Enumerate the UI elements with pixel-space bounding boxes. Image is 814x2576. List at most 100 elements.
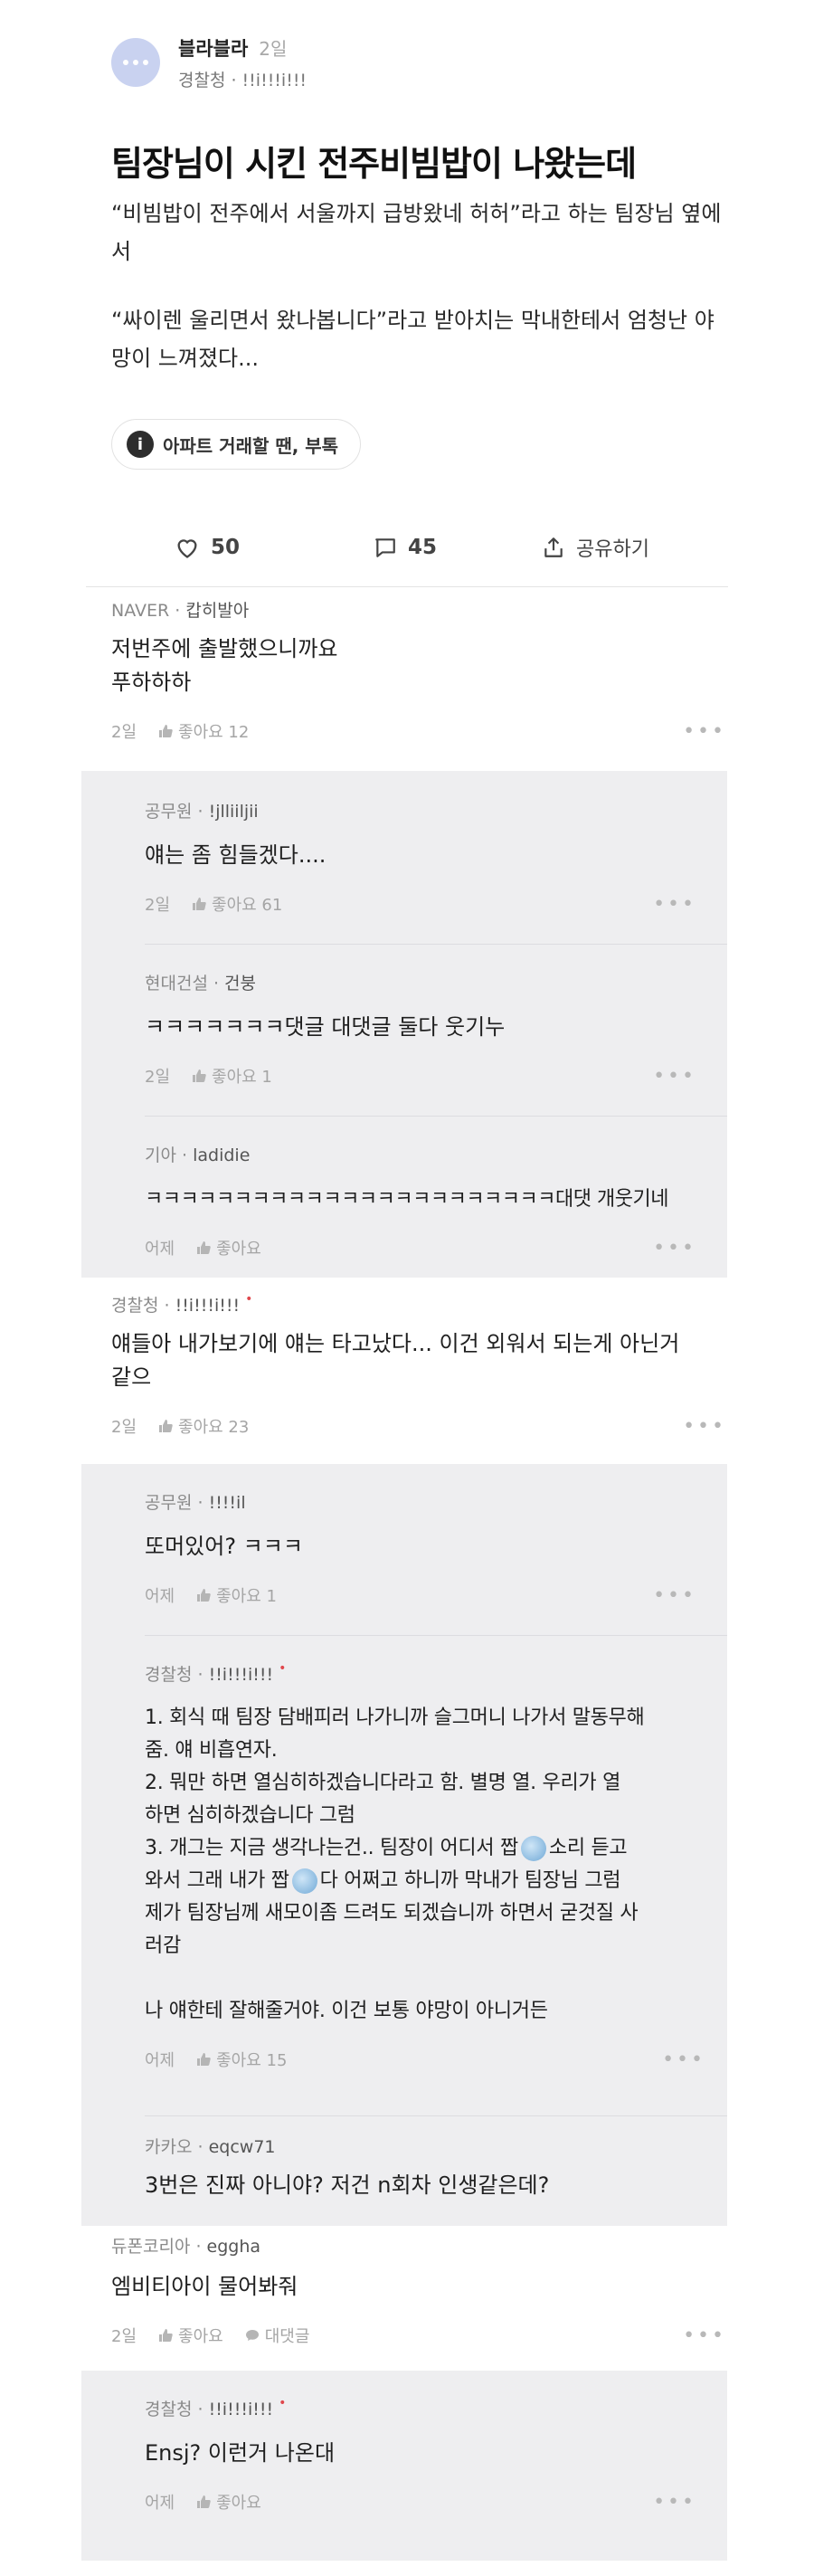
reply-button[interactable]: 대댓글 — [245, 2324, 309, 2347]
comment-author: 카카오 · eqcw71 — [145, 2137, 276, 2157]
comment-author: 듀폰코리아 · eggha — [111, 2237, 261, 2257]
info-icon: i — [127, 431, 154, 458]
bird-emoji-icon — [291, 1868, 317, 1894]
reply-item: 경찰청 · !!i!!!i!!! • Ensj? 이런거 나온대 어제 좋아요 … — [145, 2396, 696, 2515]
comment-text: Ensj? 이런거 나온대 — [145, 2440, 336, 2466]
reply-item: 카카오 · eqcw71 3번은 진짜 아니야? 저건 n회차 인생같은데? — [145, 2134, 696, 2202]
more-options-icon[interactable]: ••• — [683, 720, 726, 743]
board-name[interactable]: 블라블라 — [178, 34, 248, 62]
comment-text: 얘들아 내가보기에 얘는 타고났다... 이건 외워서 되는게 아닌거 같으 — [111, 1331, 680, 1390]
comment-footer: 어제 좋아요 1 ••• — [145, 1582, 696, 1609]
comment-time: 2일 — [111, 723, 137, 742]
thumbs-up-icon — [197, 2495, 211, 2508]
post-meta: 블라블라 2일 경찰청 · !!i!!!i!!! — [178, 34, 307, 91]
comment-author: 경찰청 · !!i!!!i!!! • — [145, 2396, 287, 2419]
more-options-icon[interactable]: ••• — [653, 1065, 696, 1088]
comment-item: 경찰청 · !!i!!!i!!! • 얘들아 내가보기에 얘는 타고났다... … — [111, 1292, 726, 1440]
comment-time: 2일 — [111, 1418, 137, 1437]
more-options-icon[interactable]: ••• — [653, 1237, 696, 1259]
comment-time: 어제 — [145, 2494, 175, 2513]
like-button[interactable]: 50 — [175, 525, 240, 570]
comment-like-button[interactable]: 좋아요 15 — [196, 2048, 287, 2071]
share-icon — [544, 537, 563, 557]
more-options-icon[interactable]: ••• — [653, 1584, 696, 1607]
comment-text: 1. 회식 때 팀장 담배피러 나가니까 슬그머니 나가서 말동무해 줌. 얘 … — [145, 1706, 645, 2022]
comment-text: 엠비티아이 물어봐줘 — [111, 2274, 298, 2299]
speech-bubble-icon — [245, 2330, 259, 2341]
post-page: 블라블라 2일 경찰청 · !!i!!!i!!! 팀장님이 시킨 전주비빔밥이 … — [0, 0, 814, 2576]
comment-text: ㅋㅋㅋㅋㅋㅋㅋ댓글 대댓글 둘다 웃기누 — [145, 1014, 506, 1040]
comment-author: 경찰청 · !!i!!!i!!! • — [145, 1661, 287, 1685]
comment-footer: 2일 좋아요 12 ••• — [111, 718, 726, 745]
more-options-icon[interactable]: ••• — [683, 1415, 726, 1438]
share-button[interactable]: 공유하기 — [542, 525, 649, 570]
comment-text: ㅋㅋㅋㅋㅋㅋㅋㅋㅋㅋㅋㅋㅋㅋㅋㅋㅋㅋㅋㅋㅋㅋㅋ대댓 개웃기네 — [145, 1188, 668, 1211]
comment-time: 2일 — [145, 896, 171, 915]
heart-icon — [177, 539, 197, 558]
comment-text: 3번은 진짜 아니야? 저건 n회차 인생같은데? — [145, 2172, 550, 2198]
comment-footer: 2일 좋아요 23 ••• — [111, 1412, 726, 1440]
new-badge-icon: • — [245, 1292, 253, 1307]
comment-time: 2일 — [111, 2327, 137, 2346]
comment-like-button[interactable]: 좋아요 — [158, 2324, 223, 2347]
divider — [145, 1635, 727, 1636]
divider — [145, 2115, 727, 2116]
divider — [145, 944, 727, 945]
comment-like-button[interactable]: 좋아요 1 — [192, 1064, 272, 1088]
thumbs-up-icon — [197, 2053, 211, 2066]
like-count: 50 — [211, 536, 241, 559]
comment-item: NAVER · 캅히발아 저번주에 출발했으니까요 푸하하하 2일 좋아요 12… — [111, 597, 726, 745]
thumbs-up-icon — [159, 2329, 173, 2342]
more-options-icon[interactable]: ••• — [683, 2324, 726, 2347]
comment-time: 어제 — [145, 2051, 175, 2070]
comment-footer: 어제 좋아요 ••• — [145, 2488, 696, 2515]
chat-bubble-icon — [123, 60, 148, 65]
reply-item: 경찰청 · !!i!!!i!!! • 1. 회식 때 팀장 담배피러 나가니까 … — [145, 1661, 705, 2073]
reply-item: 공무원 · !!!!il 또머있어? ㅋㅋㅋ 어제 좋아요 1 ••• — [145, 1489, 696, 1609]
comment-text: 저번주에 출발했으니까요 푸하하하 — [111, 636, 338, 695]
more-options-icon[interactable]: ••• — [662, 2048, 705, 2071]
comment-like-button[interactable]: 좋아요 12 — [158, 719, 249, 743]
post-header: 블라블라 2일 경찰청 · !!i!!!i!!! — [111, 33, 307, 92]
thumbs-up-icon — [159, 725, 173, 737]
thumbs-up-icon — [197, 1589, 211, 1602]
post-body-paragraph-1: “비빔밥이 전주에서 서울까지 급방왔네 허허”라고 하는 팀장님 옆에서 — [111, 201, 722, 264]
comment-footer: 2일 좋아요 61 ••• — [145, 890, 696, 917]
comment-like-button[interactable]: 좋아요 23 — [158, 1414, 249, 1438]
comment-like-button[interactable]: 좋아요 — [196, 2490, 261, 2514]
comment-footer: 어제 좋아요 ••• — [145, 1234, 696, 1261]
reply-item: 공무원 · !jlliiljii 얘는 좀 힘들겠다.... 2일 좋아요 61… — [145, 798, 696, 917]
comment-icon — [375, 538, 395, 557]
post-author: 경찰청 · !!i!!!i!!! — [178, 70, 308, 90]
comment-like-button[interactable]: 좋아요 1 — [196, 1583, 277, 1607]
more-options-icon[interactable]: ••• — [653, 893, 696, 916]
divider — [86, 586, 728, 587]
post-time: 2일 — [259, 37, 288, 60]
comment-time: 어제 — [145, 1240, 175, 1259]
comment-author: 공무원 · !jlliiljii — [145, 802, 259, 822]
reply-item: 기아 · ladidie ㅋㅋㅋㅋㅋㅋㅋㅋㅋㅋㅋㅋㅋㅋㅋㅋㅋㅋㅋㅋㅋㅋㅋ대댓 개… — [145, 1142, 696, 1261]
comment-item: 듀폰코리아 · eggha 엠비티아이 물어봐줘 2일 좋아요 대댓글 ••• — [111, 2233, 726, 2349]
comment-count: 45 — [408, 536, 438, 559]
thumbs-up-icon — [159, 1420, 173, 1432]
post-body-paragraph-2: “싸이렌 울리면서 왔나봅니다”라고 받아치는 막내한테서 엄청난 야망이 느껴… — [111, 308, 715, 371]
comment-time: 2일 — [145, 1068, 171, 1087]
post-title: 팀장님이 시킨 전주비빔밥이 나왔는데 — [111, 144, 637, 184]
comment-like-button[interactable]: 좋아요 — [196, 1236, 261, 1259]
new-badge-icon: • — [279, 1661, 287, 1676]
comment-author: 현대건설 · 건붕 — [145, 974, 257, 993]
topic-tag-label: 아파트 거래할 땐, 부톡 — [163, 434, 339, 457]
board-avatar[interactable] — [111, 38, 160, 87]
comment-footer: 어제 좋아요 15 ••• — [145, 2046, 705, 2073]
comment-author: NAVER · 캅히발아 — [111, 601, 250, 621]
comment-footer: 2일 좋아요 1 ••• — [145, 1062, 696, 1089]
reply-item: 현대건설 · 건붕 ㅋㅋㅋㅋㅋㅋㅋ댓글 대댓글 둘다 웃기누 2일 좋아요 1 … — [145, 970, 696, 1089]
share-label: 공유하기 — [576, 538, 649, 561]
post-action-bar: 50 45 공유하기 — [111, 525, 726, 570]
comment-like-button[interactable]: 좋아요 61 — [192, 892, 282, 916]
comment-button[interactable]: 45 — [374, 525, 437, 570]
comment-author: 기아 · ladidie — [145, 1145, 251, 1165]
more-options-icon[interactable]: ••• — [653, 2491, 696, 2514]
topic-tag-chip[interactable]: i 아파트 거래할 땐, 부톡 — [111, 419, 362, 470]
new-badge-icon: • — [279, 2396, 287, 2410]
